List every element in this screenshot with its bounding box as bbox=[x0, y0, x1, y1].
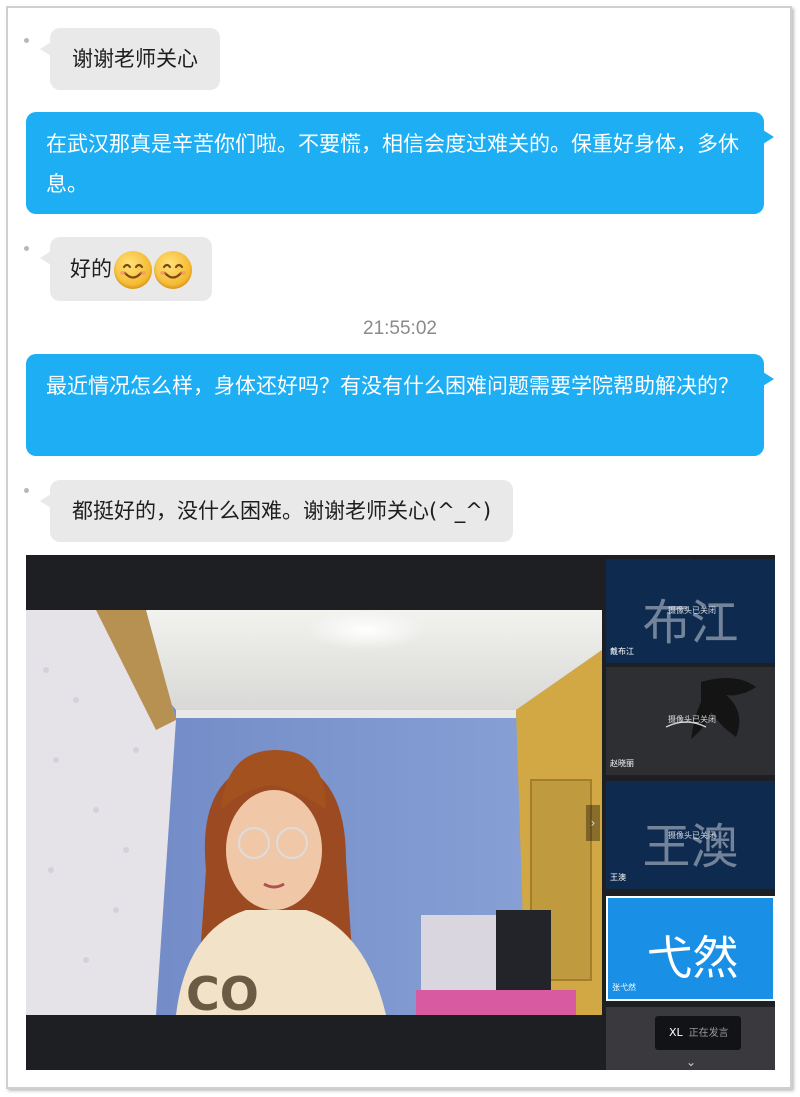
speaking-label: 正在发言 bbox=[688, 1028, 729, 1039]
video-frame-illustration: CO bbox=[26, 610, 602, 1015]
avatar[interactable] bbox=[24, 246, 29, 251]
participant-name: 赵晓丽 bbox=[610, 759, 634, 768]
camera-off-label: 摄像头已关闭 bbox=[668, 606, 716, 615]
message-text: 好的 bbox=[70, 257, 112, 281]
participant-name: 戴布江 bbox=[610, 647, 634, 656]
svg-text:CO: CO bbox=[186, 967, 259, 1015]
smiling-face-icon bbox=[154, 251, 192, 289]
participant-tile[interactable]: 王澳 摄像头已关闭 王澳 bbox=[606, 781, 775, 889]
message-bubble-incoming: 好的 bbox=[40, 237, 212, 301]
participant-tile-active[interactable]: 弋然 张弋然 bbox=[606, 896, 775, 1001]
camera-off-label: 摄像头已关闭 bbox=[668, 715, 716, 724]
participant-big-name: 弋然 bbox=[646, 931, 739, 985]
avatar[interactable] bbox=[24, 488, 29, 493]
message-bubble-incoming: 谢谢老师关心 bbox=[40, 28, 220, 90]
main-video-feed: CO bbox=[26, 610, 602, 1015]
participant-name: 王澳 bbox=[610, 873, 626, 882]
participant-big-name: 王澳 bbox=[642, 819, 739, 875]
participant-name: 张弋然 bbox=[612, 983, 636, 992]
participant-tile[interactable]: 布江 摄像头已关闭 戴布江 bbox=[606, 559, 775, 663]
smiling-face-icon bbox=[114, 251, 152, 289]
message-bubble-incoming: 都挺好的，没什么困难。谢谢老师关心(^_^) bbox=[39, 480, 514, 542]
scroll-down-icon[interactable]: ⌄ bbox=[686, 1055, 696, 1069]
video-call-screenshot: CO ⌃ 布江 摄像头已关闭 戴布江 摄像头已关闭 赵晓丽 王澳 摄像头已关闭 … bbox=[26, 555, 775, 1070]
participant-tile[interactable]: 摄像头已关闭 赵晓丽 bbox=[606, 667, 775, 775]
avatar[interactable] bbox=[24, 38, 29, 43]
speaker-initials: XL bbox=[669, 1026, 683, 1039]
message-bubble-outgoing: 在武汉那真是辛苦你们啦。不要慌，相信会度过难关的。保重好身体，多休息。 bbox=[26, 112, 774, 214]
participant-sidebar: ⌃ 布江 摄像头已关闭 戴布江 摄像头已关闭 赵晓丽 王澳 摄像头已关闭 王澳 … bbox=[606, 555, 775, 1070]
participant-big-name: 布江 bbox=[642, 595, 739, 651]
speaking-indicator: XL 正在发言 bbox=[655, 1016, 741, 1050]
expand-arrow-icon[interactable]: › bbox=[586, 805, 600, 841]
message-timestamp: 21:55:02 bbox=[363, 318, 437, 339]
message-bubble-outgoing: 最近情况怎么样，身体还好吗？有没有什么困难问题需要学院帮助解决的？ bbox=[26, 354, 774, 456]
camera-off-label: 摄像头已关闭 bbox=[668, 831, 716, 840]
